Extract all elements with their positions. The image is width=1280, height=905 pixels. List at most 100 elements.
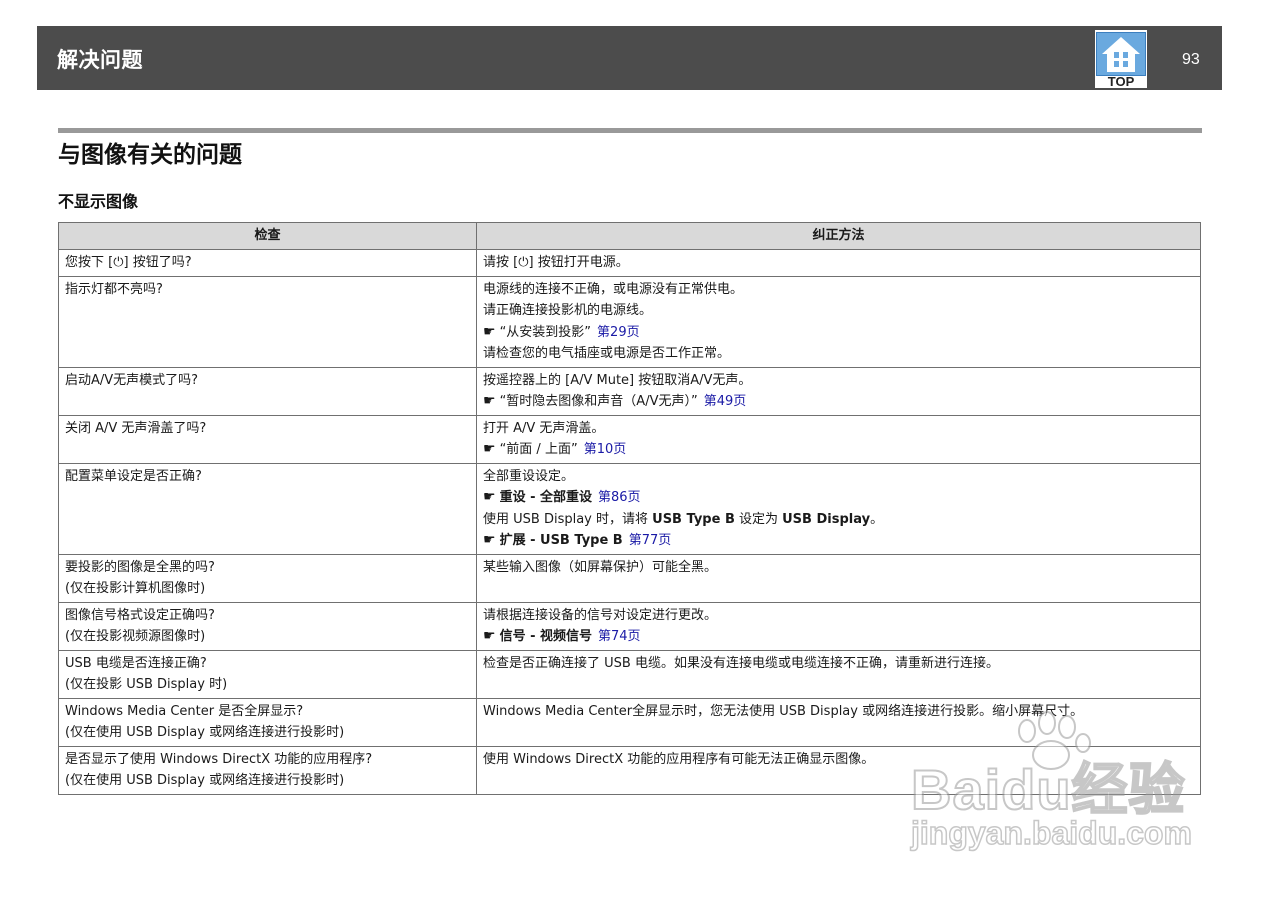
pointing-hand-icon: ☛ (483, 393, 496, 409)
check-cell: 要投影的图像是全黑的吗? (仅在投影计算机图像时) (58, 553, 477, 603)
fix-cell: 检查是否正确连接了 USB 电缆。如果没有连接电缆或电缆连接不正确，请重新进行连… (476, 649, 1201, 699)
fix-line: ☛ “前面 / 上面” 第10页 (483, 439, 1194, 461)
fix-text: 设定为 (734, 511, 783, 527)
cross-reference: “从安装到投影” (499, 324, 592, 340)
header-bar: 解决问题 TOP 93 (37, 26, 1222, 90)
fix-cell: 打开 A/V 无声滑盖。 ☛ “前面 / 上面” 第10页 (476, 414, 1201, 464)
page-number: 93 (1182, 51, 1200, 68)
pointing-hand-icon: ☛ (483, 489, 496, 505)
fix-text: 电源线的连接不正确，或电源没有正常供电。 (483, 281, 744, 297)
fix-line: ☛ 扩展 - USB Type B 第77页 (483, 530, 1194, 552)
column-header-check: 检查 (58, 222, 477, 250)
fix-text: 请正确连接投影机的电源线。 (483, 303, 653, 318)
table-row: USB 电缆是否连接正确? (仅在投影 USB Display 时) 检查是否正确连… (58, 649, 1201, 699)
fix-line: 电源线的连接不正确，或电源没有正常供电。 (483, 279, 1194, 301)
table-row: 启动A/V无声模式了吗? 按遥控器上的 [A/V Mute] 按钮取消A/V无声。… (58, 366, 1201, 416)
check-text: 关闭 A/V 无声滑盖了吗? (65, 420, 207, 436)
page-link[interactable]: 第77页 (629, 533, 672, 548)
check-text: 启动A/V无声模式了吗? (65, 372, 199, 388)
page-link[interactable]: 第10页 (584, 442, 627, 457)
fix-line: Windows Media Center全屏显示时，您无法使用 USB Disp… (483, 701, 1194, 723)
check-cell: 配置菜单设定是否正确? (58, 462, 477, 555)
fix-line: 按遥控器上的 [A/V Mute] 按钮取消A/V无声。 (483, 370, 1194, 392)
fix-line: 请检查您的电气插座或电源是否工作正常。 (483, 343, 1194, 365)
fix-line: ☛ “暂时隐去图像和声音（A/V无声）” 第49页 (483, 391, 1194, 413)
check-cell: Windows Media Center 是否全屏显示? (仅在使用 USB Di… (58, 697, 477, 747)
fix-text: 全部重设设定。 (483, 468, 575, 484)
page-link[interactable]: 第86页 (598, 490, 641, 505)
house-top-icon (1096, 32, 1146, 76)
fix-text: 打开 A/V 无声滑盖。 (483, 420, 605, 436)
check-text: 图像信号格式设定正确吗? (65, 607, 215, 623)
page-link[interactable]: 第29页 (597, 325, 640, 340)
subsection-title: 不显示图像 (58, 192, 139, 211)
fix-cell: 按遥控器上的 [A/V Mute] 按钮取消A/V无声。 ☛ “暂时隐去图像和声音（… (476, 366, 1201, 416)
table-row: 配置菜单设定是否正确? 全部重设设定。 ☛ 重设 - 全部重设 第86页 使用 USB D… (58, 462, 1201, 555)
fix-line: 检查是否正确连接了 USB 电缆。如果没有连接电缆或电缆连接不正确，请重新进行连… (483, 653, 1194, 675)
page-link[interactable]: 第74页 (598, 629, 641, 644)
table-row: 是否显示了使用 Windows DirectX 功能的应用程序? (仅在使用 US… (58, 745, 1201, 795)
fix-line: 使用 Windows DirectX 功能的应用程序有可能无法正确显示图像。 (483, 749, 1194, 771)
top-link[interactable]: TOP (1095, 30, 1147, 89)
check-cell: 启动A/V无声模式了吗? (58, 366, 477, 416)
menu-path: 扩展 - USB Type B (499, 533, 623, 548)
fix-text: 请根据连接设备的信号对设定进行更改。 (483, 607, 718, 623)
fix-line: 某些输入图像（如屏幕保护）可能全黑。 (483, 557, 1194, 579)
table-row: 图像信号格式设定正确吗? (仅在投影视频源图像时) 请根据连接设备的信号对设定进行更… (58, 601, 1201, 651)
fix-cell: 电源线的连接不正确，或电源没有正常供电。 请正确连接投影机的电源线。 ☛ “从安装到投… (476, 275, 1201, 368)
menu-path: 信号 - 视频信号 (499, 629, 593, 644)
check-text: USB 电缆是否连接正确? (65, 655, 207, 671)
fix-line: 使用 USB Display 时，请将 USB Type B 设定为 USB D… (483, 509, 1194, 531)
fix-text: 请检查您的电气插座或电源是否工作正常。 (483, 346, 731, 361)
fix-line: ☛ 重设 - 全部重设 第86页 (483, 487, 1194, 509)
menu-path: 重设 - 全部重设 (499, 490, 593, 505)
table-row: Windows Media Center 是否全屏显示? (仅在使用 USB Di… (58, 697, 1201, 747)
fix-cell: 使用 Windows DirectX 功能的应用程序有可能无法正确显示图像。 (476, 745, 1201, 795)
check-text: 您按下 [⏻] 按钮了吗? (65, 255, 192, 270)
troubleshooting-table: 检查 纠正方法 您按下 [⏻] 按钮了吗? 请按 [⏻] 按钮打开电源。指示灯都不… (58, 222, 1201, 795)
fix-line: 打开 A/V 无声滑盖。 (483, 418, 1194, 440)
fix-cell: Windows Media Center全屏显示时，您无法使用 USB Disp… (476, 697, 1201, 747)
table-row: 您按下 [⏻] 按钮了吗? 请按 [⏻] 按钮打开电源。 (58, 249, 1201, 277)
check-text: 要投影的图像是全黑的吗? (65, 559, 215, 575)
check-text: Windows Media Center 是否全屏显示? (65, 703, 304, 719)
section-title: 与图像有关的问题 (58, 142, 242, 168)
setting-name: USB Type B (652, 511, 735, 527)
check-text: 配置菜单设定是否正确? (65, 468, 202, 484)
check-cell: 图像信号格式设定正确吗? (仅在投影视频源图像时) (58, 601, 477, 651)
fix-text: 使用 USB Display 时，请将 (483, 511, 653, 527)
table-header-row: 检查 纠正方法 (58, 222, 1201, 250)
check-cell: 关闭 A/V 无声滑盖了吗? (58, 414, 477, 464)
check-text: 是否显示了使用 Windows DirectX 功能的应用程序? (65, 751, 373, 767)
watermark-url: jingyan.baidu.com (910, 814, 1192, 852)
check-text: 指示灯都不亮吗? (65, 281, 163, 297)
table-row: 要投影的图像是全黑的吗? (仅在投影计算机图像时) 某些输入图像（如屏幕保护）可能全… (58, 553, 1201, 603)
fix-text: Windows Media Center全屏显示时，您无法使用 USB Disp… (483, 703, 1084, 719)
cross-reference: “前面 / 上面” (499, 442, 578, 457)
fix-line: 全部重设设定。 (483, 466, 1194, 488)
fix-text: 按遥控器上的 [A/V Mute] 按钮取消A/V无声。 (483, 372, 752, 388)
fix-line: ☛ “从安装到投影” 第29页 (483, 322, 1194, 344)
fix-line: ☛ 信号 - 视频信号 第74页 (483, 626, 1194, 648)
check-text: (仅在投影计算机图像时) (65, 581, 206, 596)
check-text: (仅在使用 USB Display 或网络连接进行投影时) (65, 773, 345, 788)
fix-text: 请按 [⏻] 按钮打开电源。 (483, 255, 629, 270)
pointing-hand-icon: ☛ (483, 532, 496, 548)
table-row: 指示灯都不亮吗? 电源线的连接不正确，或电源没有正常供电。 请正确连接投影机的电源线… (58, 275, 1201, 368)
header-title: 解决问题 (57, 48, 143, 72)
setting-name: USB Display (782, 511, 871, 527)
fix-cell: 某些输入图像（如屏幕保护）可能全黑。 (476, 553, 1201, 603)
pointing-hand-icon: ☛ (483, 323, 496, 340)
page-link[interactable]: 第49页 (704, 394, 747, 409)
check-cell: 是否显示了使用 Windows DirectX 功能的应用程序? (仅在使用 US… (58, 745, 477, 795)
check-cell: USB 电缆是否连接正确? (仅在投影 USB Display 时) (58, 649, 477, 699)
fix-cell: 请按 [⏻] 按钮打开电源。 (476, 249, 1201, 277)
column-header-fix: 纠正方法 (476, 222, 1201, 250)
section-divider (58, 128, 1202, 133)
check-text: (仅在投影视频源图像时) (65, 629, 206, 644)
fix-line: 请正确连接投影机的电源线。 (483, 300, 1194, 322)
pointing-hand-icon: ☛ (483, 628, 496, 644)
fix-cell: 全部重设设定。 ☛ 重设 - 全部重设 第86页 使用 USB Display 时，请将… (476, 462, 1201, 555)
check-cell: 指示灯都不亮吗? (58, 275, 477, 368)
fix-text: 某些输入图像（如屏幕保护）可能全黑。 (483, 559, 718, 575)
